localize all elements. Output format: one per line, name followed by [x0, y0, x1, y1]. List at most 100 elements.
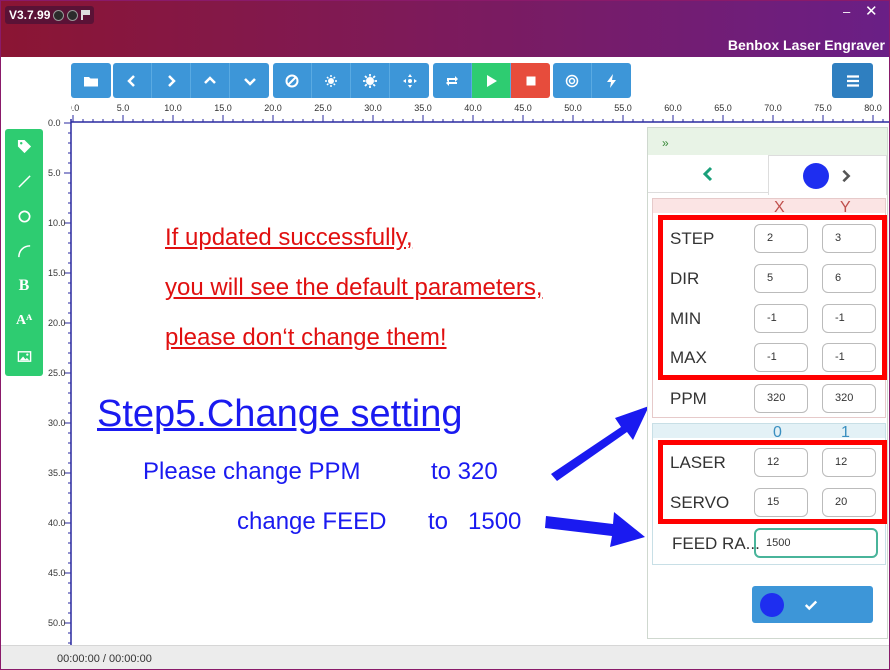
toolbar-laser-group	[273, 63, 429, 98]
cancel-button[interactable]	[273, 63, 312, 98]
ruler-label: 25.0	[314, 103, 332, 113]
tag-tool[interactable]	[5, 131, 43, 161]
close-button[interactable]: ✕	[865, 2, 878, 20]
repeat-icon	[446, 75, 458, 86]
move-up-button[interactable]	[191, 63, 230, 98]
ruler-label: 65.0	[714, 103, 732, 113]
circle-icon	[18, 210, 30, 222]
ruler-label: 50.0	[48, 618, 66, 628]
open-folder-icon	[84, 76, 98, 86]
panel-tabs	[648, 155, 887, 195]
open-file-button[interactable]	[71, 63, 111, 98]
elapsed-time: 00:00:00 / 00:00:00	[57, 653, 152, 665]
stop-button[interactable]	[511, 63, 550, 98]
laser-0-input[interactable]: 12	[754, 448, 808, 477]
move-right-button[interactable]	[152, 63, 191, 98]
laser-1-input[interactable]: 12	[822, 448, 876, 477]
dir-x-input[interactable]: 5	[754, 264, 808, 293]
minimize-button[interactable]: –	[843, 4, 850, 19]
step-y-input[interactable]: 3	[822, 224, 876, 253]
laser-header-bar	[653, 424, 885, 438]
arc-tool[interactable]	[5, 236, 43, 266]
ruler-label: 75.0	[814, 103, 832, 113]
panel-collapse-toggle[interactable]: »	[648, 128, 887, 155]
ruler-label: 0.0	[48, 119, 61, 128]
arc-icon	[17, 244, 30, 257]
ruler-label: 50.0	[564, 103, 582, 113]
ruler-label: 10.0	[164, 103, 182, 113]
target-button[interactable]	[553, 63, 592, 98]
instruction-feed-a: change FEED	[237, 508, 387, 535]
note-line-1: If updated successfully,	[165, 224, 413, 251]
tag-icon	[17, 139, 31, 153]
app-window: V3.7.99 – ✕ Benbox Laser Engraver .0 5.0…	[0, 0, 890, 670]
param-label-laser: LASER	[670, 453, 726, 472]
instruction-ppm-a: Please change PPM	[143, 458, 361, 485]
info-icon[interactable]	[67, 9, 79, 21]
bold-text-tool[interactable]: B	[5, 271, 43, 301]
move-left-button[interactable]	[113, 63, 152, 98]
instruction-feed-c: 1500	[468, 508, 522, 535]
ruler-label: 70.0	[764, 103, 782, 113]
app-title: Benbox Laser Engraver	[727, 37, 885, 53]
max-y-input[interactable]: -1	[822, 343, 876, 372]
instruction-ppm-b: to 320	[431, 458, 498, 485]
arrow-to-ppm	[551, 406, 649, 481]
version-badge: V3.7.99	[5, 6, 95, 24]
dir-y-input[interactable]: 6	[822, 264, 876, 293]
arrow-up-icon	[204, 75, 216, 84]
max-x-input[interactable]: -1	[754, 343, 808, 372]
move-down-button[interactable]	[230, 63, 269, 98]
repeat-button[interactable]	[433, 63, 472, 98]
image-tool[interactable]	[5, 341, 43, 371]
ban-icon	[285, 74, 299, 87]
ruler-label: 15.0	[48, 268, 66, 278]
arrow-to-feed	[545, 512, 645, 547]
start-button[interactable]	[472, 63, 511, 98]
ruler-label: 40.0	[464, 103, 482, 113]
circle-tool[interactable]	[5, 201, 43, 231]
ruler-label: 10.0	[48, 218, 66, 228]
param-label-ppm: PPM	[670, 389, 707, 408]
ruler-label: 5.0	[117, 103, 130, 113]
sun-small-icon	[325, 74, 337, 87]
min-x-input[interactable]: -1	[754, 304, 808, 333]
ruler-label: 30.0	[48, 418, 66, 428]
ppm-x-input[interactable]: 320	[754, 384, 808, 413]
hamburger-menu-icon	[846, 74, 859, 87]
ruler-label: 5.0	[48, 168, 61, 178]
apply-settings-button[interactable]	[752, 586, 873, 623]
min-y-input[interactable]: -1	[822, 304, 876, 333]
horizontal-ruler: 0.0 5.0 10.0 15.0 20.0 25.0 30.0 35.0 40.0 45.0 50…	[71, 103, 889, 123]
ruler-label: 35.0	[48, 468, 66, 478]
toolbar-extra-group	[553, 63, 631, 98]
dollar-icon[interactable]	[53, 9, 65, 21]
servo-0-input[interactable]: 15	[754, 488, 808, 517]
feed-rate-input[interactable]: 1500	[754, 528, 878, 558]
tab-prev[interactable]	[648, 155, 768, 193]
ruler-label: 15.0	[214, 103, 232, 113]
param-label-servo: SERVO	[670, 493, 730, 512]
ruler-label: 25.0	[48, 368, 66, 378]
param-label-max: MAX	[670, 348, 707, 367]
text-tool[interactable]: Aᴬ	[5, 306, 43, 336]
status-dot	[802, 162, 829, 189]
status-bar: 00:00:00 / 00:00:00	[1, 645, 889, 669]
flag-icon[interactable]	[81, 10, 91, 20]
apply-status-dot	[760, 592, 784, 617]
laser-high-button[interactable]	[351, 63, 390, 98]
step-x-input[interactable]: 2	[754, 224, 808, 253]
ppm-y-input[interactable]: 320	[822, 384, 876, 413]
check-icon	[804, 600, 818, 610]
laser-low-button[interactable]	[312, 63, 351, 98]
toolbar-file-group	[71, 63, 111, 98]
flash-button[interactable]	[592, 63, 631, 98]
play-icon	[487, 74, 497, 87]
tab-settings[interactable]	[768, 155, 887, 195]
servo-1-input[interactable]: 20	[822, 488, 876, 517]
ruler-label: 35.0	[414, 103, 432, 113]
menu-button[interactable]	[832, 63, 873, 98]
line-tool[interactable]	[5, 166, 43, 196]
position-button[interactable]	[390, 63, 429, 98]
target-icon	[565, 74, 579, 87]
